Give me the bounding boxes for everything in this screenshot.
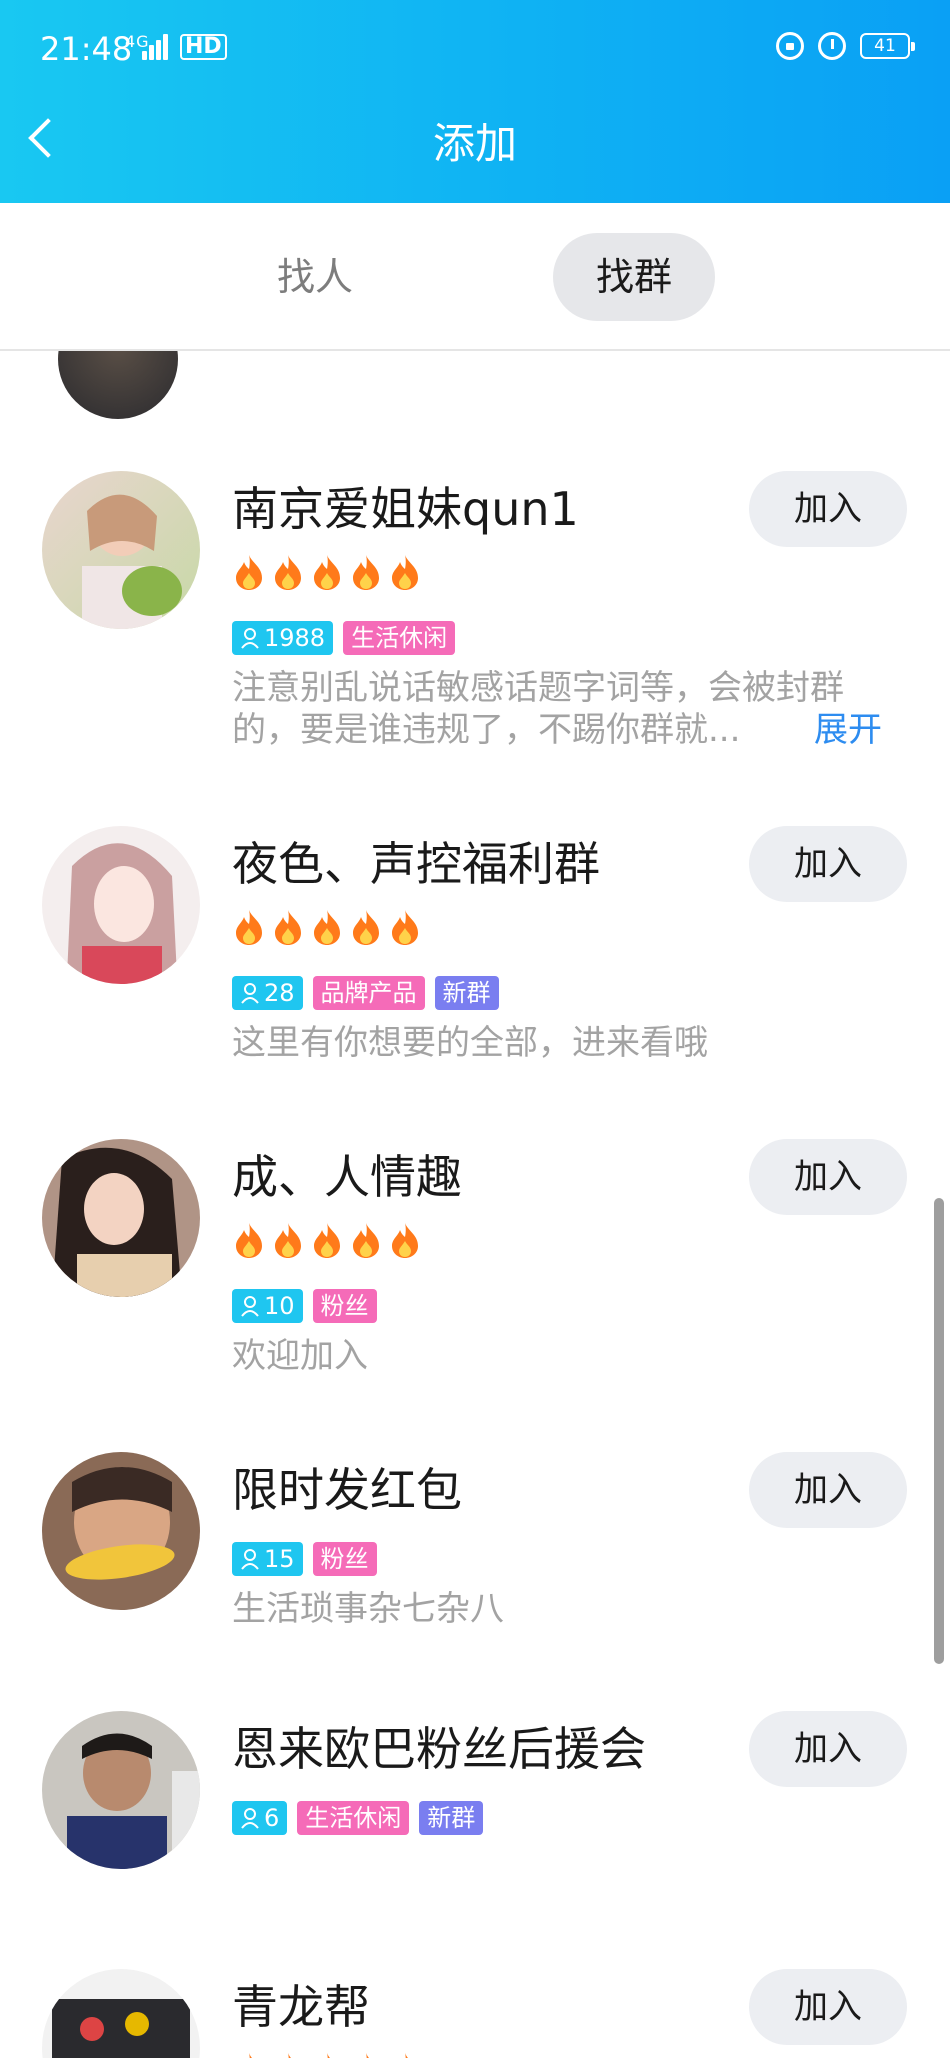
flame-icon [288,2053,291,2058]
tab-bar: 找人 找群 [0,203,950,351]
tag-row: 1988 生活休闲 [232,621,456,655]
status-bar: 21:48 4G HD 41 [0,0,950,100]
member-count: 6 [264,1804,280,1832]
flame-icon [236,555,262,590]
group-description: 注意别乱说话敏感话题字词等，会被封群的，要是谁违规了，不踢你群就... 展开 [232,667,882,751]
member-count: 15 [264,1545,295,1573]
activity-flames [232,553,422,591]
flame-icon [405,2053,408,2058]
member-count: 10 [264,1292,295,1320]
scrollbar[interactable] [934,1198,944,1664]
person-icon [241,983,259,1004]
flame-icon [275,1223,301,1258]
member-count-badge: 10 [232,1289,303,1323]
avatar[interactable] [42,1711,200,1869]
flame-icon [314,910,340,945]
join-button[interactable]: 加入 [749,1452,907,1528]
join-button[interactable]: 加入 [749,1139,907,1215]
tab-find-groups[interactable]: 找群 [553,233,715,321]
status-icons: 41 [776,32,915,60]
flame-icon [236,1223,262,1258]
member-count-badge: 6 [232,1801,288,1835]
description-text: 注意别乱说话敏感话题字词等，会被封群的，要是谁违规了，不踢你群就... [232,668,844,750]
avatar[interactable] [42,1139,200,1297]
person-icon [241,1549,259,1570]
expand-link[interactable]: 展开 [814,709,882,751]
member-count-badge: 28 [232,976,303,1010]
member-count: 28 [264,979,295,1007]
person-icon [241,1808,259,1829]
group-name: 限时发红包 [232,1463,462,1517]
category-badge: 品牌产品 [312,976,425,1010]
rotation-lock-icon [776,32,804,60]
member-count-badge: 1988 [232,621,334,655]
flame-icon [249,2053,252,2058]
category-badge: 粉丝 [312,1542,377,1576]
avatar[interactable] [42,1969,200,2058]
avatar[interactable] [58,351,178,419]
signal-icon [142,34,170,60]
category-badge: 粉丝 [312,1289,377,1323]
flame-icon [392,555,418,590]
activity-flames [232,2051,422,2058]
tab-find-people[interactable]: 找人 [235,233,395,321]
category-badge: 生活休闲 [343,621,456,655]
member-count: 1988 [264,624,326,652]
flame-icon [275,555,301,590]
flame-icon [392,1223,418,1258]
tag-row: 6 生活休闲 新群 [232,1801,484,1835]
group-description: 生活琐事杂七杂八 [232,1589,504,1629]
flame-icon [353,1223,379,1258]
flame-icon [366,2053,369,2058]
join-button[interactable]: 加入 [749,826,907,902]
activity-flames [232,1221,422,1259]
group-description: 这里有你想要的全部，进来看哦 [232,1023,708,1063]
group-name: 南京爱姐妹qun1 [232,482,579,536]
category-badge: 生活休闲 [297,1801,410,1835]
person-icon [241,628,259,649]
flame-icon [353,555,379,590]
join-button[interactable]: 加入 [749,1969,907,2045]
group-name: 青龙帮 [232,1980,370,2034]
join-button[interactable]: 加入 [749,471,907,547]
alarm-icon [818,32,846,60]
page-title: 添加 [432,119,517,168]
group-name: 夜色、声控福利群 [232,837,600,891]
tag-row: 28 品牌产品 新群 [232,976,499,1010]
new-group-badge: 新群 [419,1801,484,1835]
flame-icon [353,910,379,945]
battery-icon: 41 [860,33,915,59]
flame-icon [275,910,301,945]
tag-row: 10 粉丝 [232,1289,377,1323]
group-list[interactable]: 南京爱姐妹qun1 加入 1988 生活休闲 注意别乱说话敏感话题字词等，会被封… [0,351,950,2058]
group-description: 欢迎加入 [232,1336,368,1376]
flame-icon [392,910,418,945]
flame-icon [314,1223,340,1258]
group-name: 成、人情趣 [232,1150,462,1204]
new-group-badge: 新群 [434,976,499,1010]
avatar[interactable] [42,471,200,629]
tag-row: 15 粉丝 [232,1542,377,1576]
flame-icon [327,2053,330,2058]
person-icon [241,1296,259,1317]
member-count-badge: 15 [232,1542,303,1576]
activity-flames [232,908,422,946]
hd-icon: HD [180,34,227,60]
group-name: 恩来欧巴粉丝后援会 [232,1722,646,1776]
avatar[interactable] [42,1452,200,1610]
app-header: 21:48 4G HD 41 添加 [0,0,950,203]
status-time: 21:48 [40,30,133,68]
flame-icon [314,555,340,590]
flame-icon [236,910,262,945]
avatar[interactable] [42,826,200,984]
join-button[interactable]: 加入 [749,1711,907,1787]
